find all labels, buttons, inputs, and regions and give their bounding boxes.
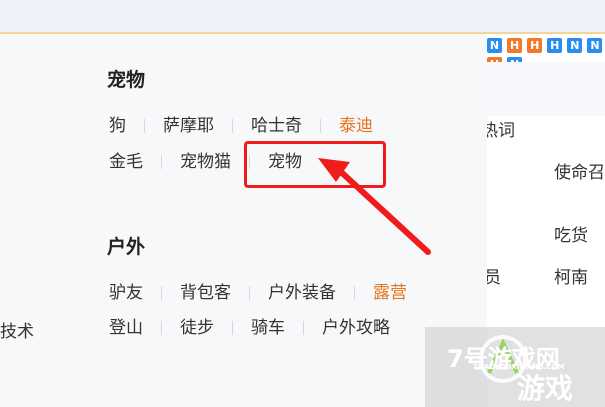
site-watermark: 7号游戏网 7HAOYOUXIWANG.COM 游戏 bbox=[425, 327, 605, 407]
watermark-sub: 游戏 bbox=[517, 372, 574, 405]
